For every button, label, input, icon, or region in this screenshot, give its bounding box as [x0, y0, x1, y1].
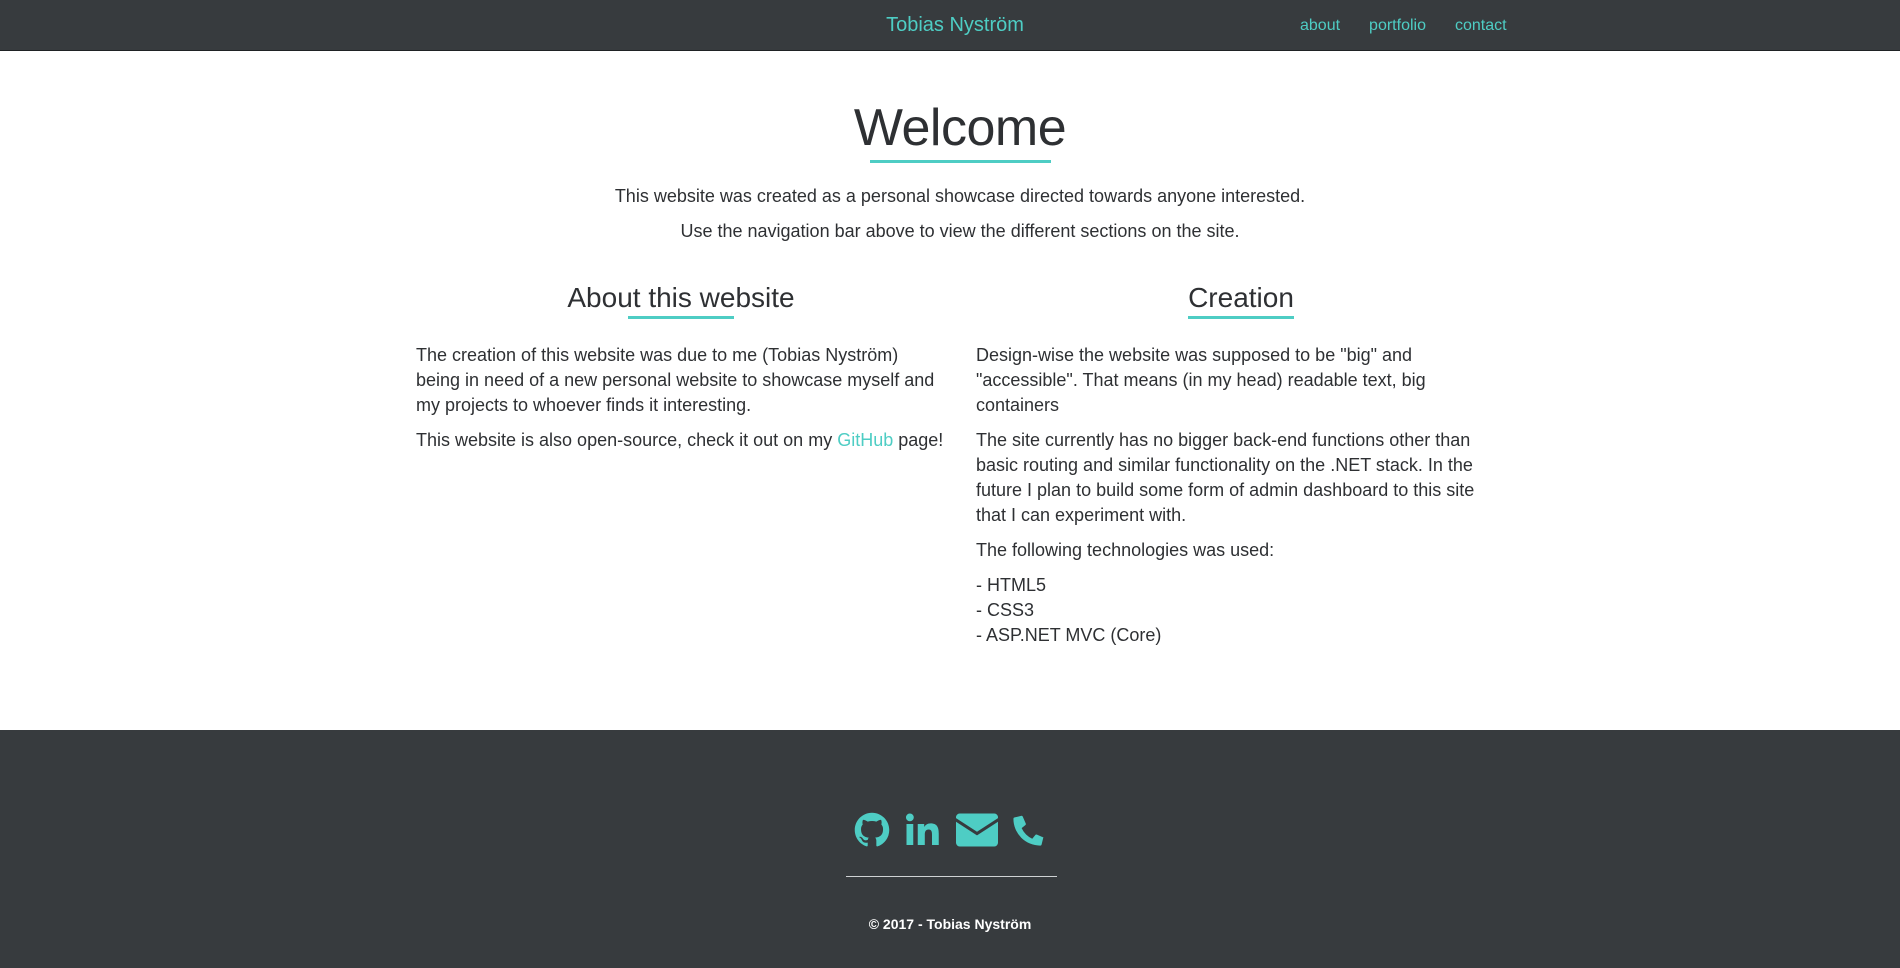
- list-item: - CSS3: [976, 600, 1035, 620]
- list-item: - HTML5: [976, 575, 1047, 595]
- about-heading: About this website: [567, 282, 795, 313]
- technology-list: - HTML5 - CSS3 - ASP.NET MVC (Core): [976, 573, 1506, 648]
- creation-paragraph-2: The site currently has no bigger back-en…: [976, 430, 1475, 525]
- about-paragraph-2: This website is also open-source, check …: [416, 428, 946, 453]
- footer: © 2017 - Tobias Nyström: [0, 730, 1900, 968]
- footer-divider: [846, 876, 1057, 877]
- github-link[interactable]: GitHub: [837, 430, 893, 450]
- brand-container: Tobias Nyström: [0, 0, 1900, 51]
- about-section: About this website The creation of this …: [416, 280, 946, 463]
- nav-link-about[interactable]: about: [1300, 17, 1340, 35]
- welcome-line-1: This website was created as a personal s…: [614, 186, 1306, 206]
- nav-link-portfolio[interactable]: portfolio: [1369, 17, 1426, 35]
- navbar: Tobias Nyström about portfolio contact: [0, 0, 1900, 51]
- about-paragraph-1: The creation of this website was due to …: [416, 345, 935, 415]
- nav-link-contact[interactable]: contact: [1455, 17, 1507, 35]
- list-item: - ASP.NET MVC (Core): [976, 625, 1162, 645]
- creation-section: Creation Design-wise the website was sup…: [976, 280, 1506, 648]
- about-p2-text: This website is also open-source, check …: [416, 430, 838, 450]
- github-icon[interactable]: [854, 812, 890, 848]
- nav-links: about portfolio contact: [1300, 0, 1507, 51]
- social-links: [0, 812, 1900, 848]
- welcome-line-2: Use the navigation bar above to view the…: [680, 221, 1240, 241]
- welcome-section: Welcome This website was created as a pe…: [0, 96, 1900, 249]
- welcome-underline: [869, 160, 1051, 163]
- about-body: The creation of this website was due to …: [416, 343, 946, 453]
- copyright: © 2017 - Tobias Nyström: [868, 916, 1032, 932]
- phone-icon[interactable]: [1012, 813, 1046, 847]
- creation-paragraph-3: The following technologies was used:: [976, 540, 1275, 560]
- envelope-icon[interactable]: [956, 813, 998, 847]
- about-underline: [628, 316, 734, 319]
- welcome-title: Welcome: [853, 99, 1067, 157]
- brand-link[interactable]: Tobias Nyström: [886, 14, 1024, 36]
- creation-heading: Creation: [1188, 282, 1294, 313]
- creation-underline: [1188, 316, 1294, 319]
- linkedin-icon[interactable]: [904, 812, 942, 848]
- creation-body: Design-wise the website was supposed to …: [976, 343, 1506, 648]
- creation-paragraph-1: Design-wise the website was supposed to …: [976, 345, 1426, 415]
- about-p2-suffix: page!: [893, 430, 944, 450]
